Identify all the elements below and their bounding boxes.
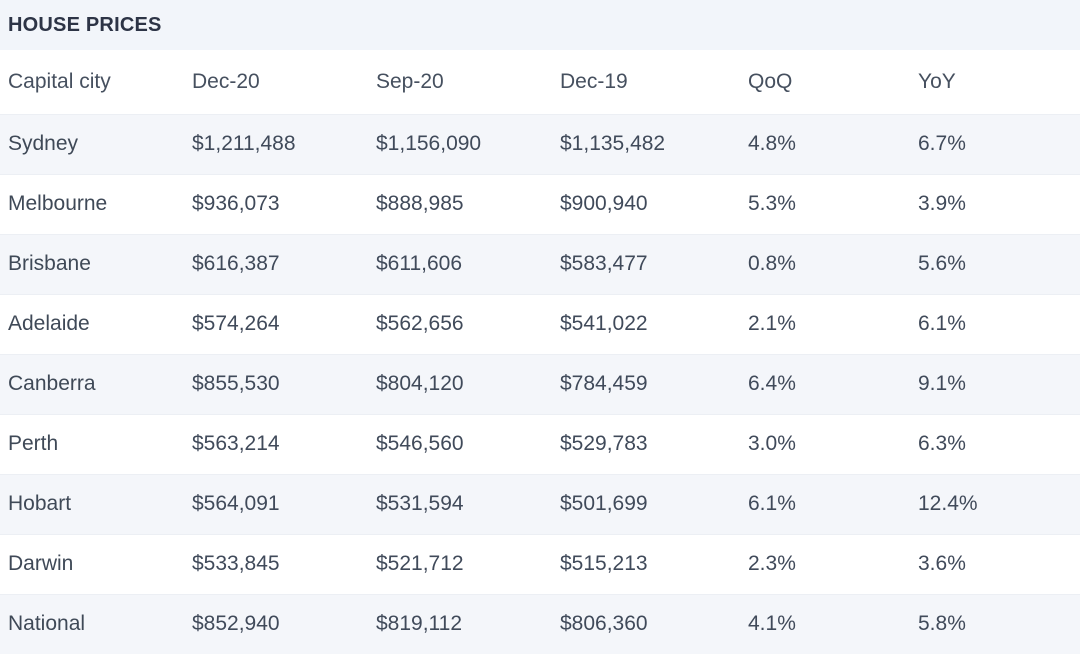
table-row[interactable]: Canberra $855,530 $804,120 $784,459 6.4% 9.1%	[0, 353, 1080, 414]
table-row[interactable]: Hobart $564,091 $531,594 $501,699 6.1% 12.4%	[0, 473, 1080, 534]
cell-city: Darwin	[0, 533, 184, 594]
table-row[interactable]: Darwin $533,845 $521,712 $515,213 2.3% 3.6%	[0, 533, 1080, 594]
cell-sep20: $611,606	[368, 233, 552, 294]
table-row[interactable]: Perth $563,214 $546,560 $529,783 3.0% 6.3%	[0, 413, 1080, 474]
table-row[interactable]: Adelaide $574,264 $562,656 $541,022 2.1% 6.1%	[0, 293, 1080, 354]
cell-qoq: 0.8%	[740, 233, 910, 294]
cell-qoq: 2.3%	[740, 533, 910, 594]
cell-city: Brisbane	[0, 233, 184, 294]
cell-sep20: $804,120	[368, 353, 552, 414]
cell-city: Adelaide	[0, 293, 184, 354]
cell-qoq: 4.1%	[740, 593, 910, 654]
cell-dec20: $852,940	[184, 593, 368, 654]
cell-dec19: $529,783	[552, 413, 740, 474]
cell-dec20: $1,211,488	[184, 113, 368, 174]
cell-qoq: 5.3%	[740, 173, 910, 234]
column-header-qoq[interactable]: QoQ	[740, 50, 910, 114]
cell-yoy: 3.6%	[910, 533, 1080, 594]
cell-dec19: $1,135,482	[552, 113, 740, 174]
cell-dec19: $900,940	[552, 173, 740, 234]
cell-dec19: $541,022	[552, 293, 740, 354]
cell-yoy: 6.3%	[910, 413, 1080, 474]
cell-dec20: $936,073	[184, 173, 368, 234]
cell-sep20: $888,985	[368, 173, 552, 234]
cell-qoq: 6.1%	[740, 473, 910, 534]
cell-yoy: 3.9%	[910, 173, 1080, 234]
cell-dec20: $533,845	[184, 533, 368, 594]
cell-yoy: 5.6%	[910, 233, 1080, 294]
cell-city: National	[0, 593, 184, 654]
cell-qoq: 6.4%	[740, 353, 910, 414]
column-header-sep20[interactable]: Sep-20	[368, 50, 552, 114]
cell-sep20: $521,712	[368, 533, 552, 594]
cell-sep20: $546,560	[368, 413, 552, 474]
cell-sep20: $1,156,090	[368, 113, 552, 174]
table-row[interactable]: National $852,940 $819,112 $806,360 4.1% 5.8%	[0, 593, 1080, 654]
table-body: Sydney $1,211,488 $1,156,090 $1,135,482 4.8%…	[0, 113, 1080, 654]
cell-city: Melbourne	[0, 173, 184, 234]
cell-dec20: $616,387	[184, 233, 368, 294]
table-row[interactable]: Sydney $1,211,488 $1,156,090 $1,135,482 4.8%…	[0, 113, 1080, 174]
cell-dec20: $563,214	[184, 413, 368, 474]
house-prices-table: Capital city Dec-20 Sep-20 Dec-19 QoQ Yo…	[0, 50, 1080, 654]
cell-yoy: 6.7%	[910, 113, 1080, 174]
cell-city: Sydney	[0, 113, 184, 174]
column-header-city[interactable]: Capital city	[0, 50, 184, 114]
table-row[interactable]: Melbourne $936,073 $888,985 $900,940 5.3% 3.9…	[0, 173, 1080, 234]
cell-dec20: $564,091	[184, 473, 368, 534]
cell-dec19: $501,699	[552, 473, 740, 534]
cell-yoy: 6.1%	[910, 293, 1080, 354]
table-header-row: Capital city Dec-20 Sep-20 Dec-19 QoQ Yo…	[0, 50, 1080, 114]
cell-sep20: $531,594	[368, 473, 552, 534]
cell-qoq: 4.8%	[740, 113, 910, 174]
cell-city: Hobart	[0, 473, 184, 534]
cell-yoy: 5.8%	[910, 593, 1080, 654]
column-header-dec20[interactable]: Dec-20	[184, 50, 368, 114]
cell-dec19: $583,477	[552, 233, 740, 294]
cell-sep20: $562,656	[368, 293, 552, 354]
cell-dec19: $784,459	[552, 353, 740, 414]
cell-yoy: 9.1%	[910, 353, 1080, 414]
column-header-dec19[interactable]: Dec-19	[552, 50, 740, 114]
cell-city: Canberra	[0, 353, 184, 414]
cell-yoy: 12.4%	[910, 473, 1080, 534]
cell-dec19: $806,360	[552, 593, 740, 654]
cell-dec20: $574,264	[184, 293, 368, 354]
cell-qoq: 2.1%	[740, 293, 910, 354]
table-title-band: HOUSE PRICES	[0, 0, 1080, 50]
cell-sep20: $819,112	[368, 593, 552, 654]
page-title: HOUSE PRICES	[8, 13, 162, 36]
table-row[interactable]: Brisbane $616,387 $611,606 $583,477 0.8% 5.6%	[0, 233, 1080, 294]
cell-dec20: $855,530	[184, 353, 368, 414]
cell-city: Perth	[0, 413, 184, 474]
house-prices-table-card: HOUSE PRICES Capital city Dec-20 Sep-20 …	[0, 0, 1080, 662]
cell-dec19: $515,213	[552, 533, 740, 594]
cell-qoq: 3.0%	[740, 413, 910, 474]
table-head: Capital city Dec-20 Sep-20 Dec-19 QoQ Yo…	[0, 50, 1080, 114]
column-header-yoy[interactable]: YoY	[910, 50, 1080, 114]
